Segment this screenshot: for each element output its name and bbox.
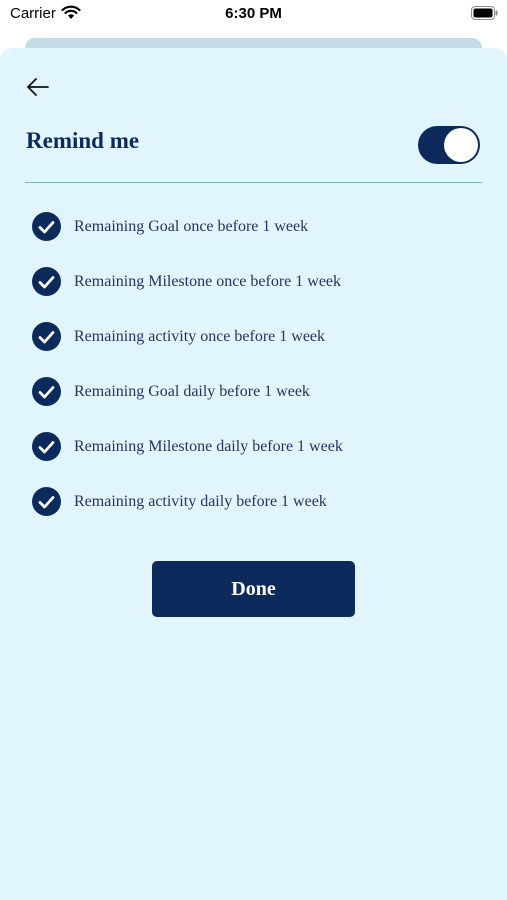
battery-icon xyxy=(471,6,498,20)
reminder-option-label: Remaining Milestone once before 1 week xyxy=(74,272,342,290)
reminder-option[interactable]: Remaining activity daily before 1 week xyxy=(32,474,343,529)
reminder-option[interactable]: Remaining activity once before 1 week xyxy=(32,309,343,364)
check-circle-icon xyxy=(32,212,61,241)
reminder-options-list: Remaining Goal once before 1 week Remain… xyxy=(32,199,343,529)
divider xyxy=(25,182,482,183)
reminder-sheet: Remind me Remaining Goal once before 1 w… xyxy=(0,48,507,900)
reminder-option[interactable]: Remaining Milestone daily before 1 week xyxy=(32,419,343,474)
reminder-option-label: Remaining Goal once before 1 week xyxy=(74,217,309,235)
status-bar: Carrier 6:30 PM xyxy=(0,0,507,30)
reminder-option-label: Remaining Milestone daily before 1 week xyxy=(74,437,343,455)
reminder-option-label: Remaining Goal daily before 1 week xyxy=(74,382,310,400)
done-button[interactable]: Done xyxy=(152,561,355,617)
reminder-option[interactable]: Remaining Milestone once before 1 week xyxy=(32,254,343,309)
page-title: Remind me xyxy=(26,128,140,153)
arrow-left-icon xyxy=(27,78,49,96)
reminder-option-label: Remaining activity once before 1 week xyxy=(74,327,326,345)
check-circle-icon xyxy=(32,267,61,296)
remind-me-toggle[interactable] xyxy=(418,126,480,164)
check-circle-icon xyxy=(32,432,61,461)
check-circle-icon xyxy=(32,322,61,351)
check-circle-icon xyxy=(32,487,61,516)
check-circle-icon xyxy=(32,377,61,406)
toggle-knob xyxy=(444,128,478,162)
reminder-option[interactable]: Remaining Goal once before 1 week xyxy=(32,199,343,254)
reminder-option[interactable]: Remaining Goal daily before 1 week xyxy=(32,364,343,419)
status-time: 6:30 PM xyxy=(225,5,282,22)
back-button[interactable] xyxy=(20,72,54,102)
reminder-option-label: Remaining activity daily before 1 week xyxy=(74,492,327,510)
